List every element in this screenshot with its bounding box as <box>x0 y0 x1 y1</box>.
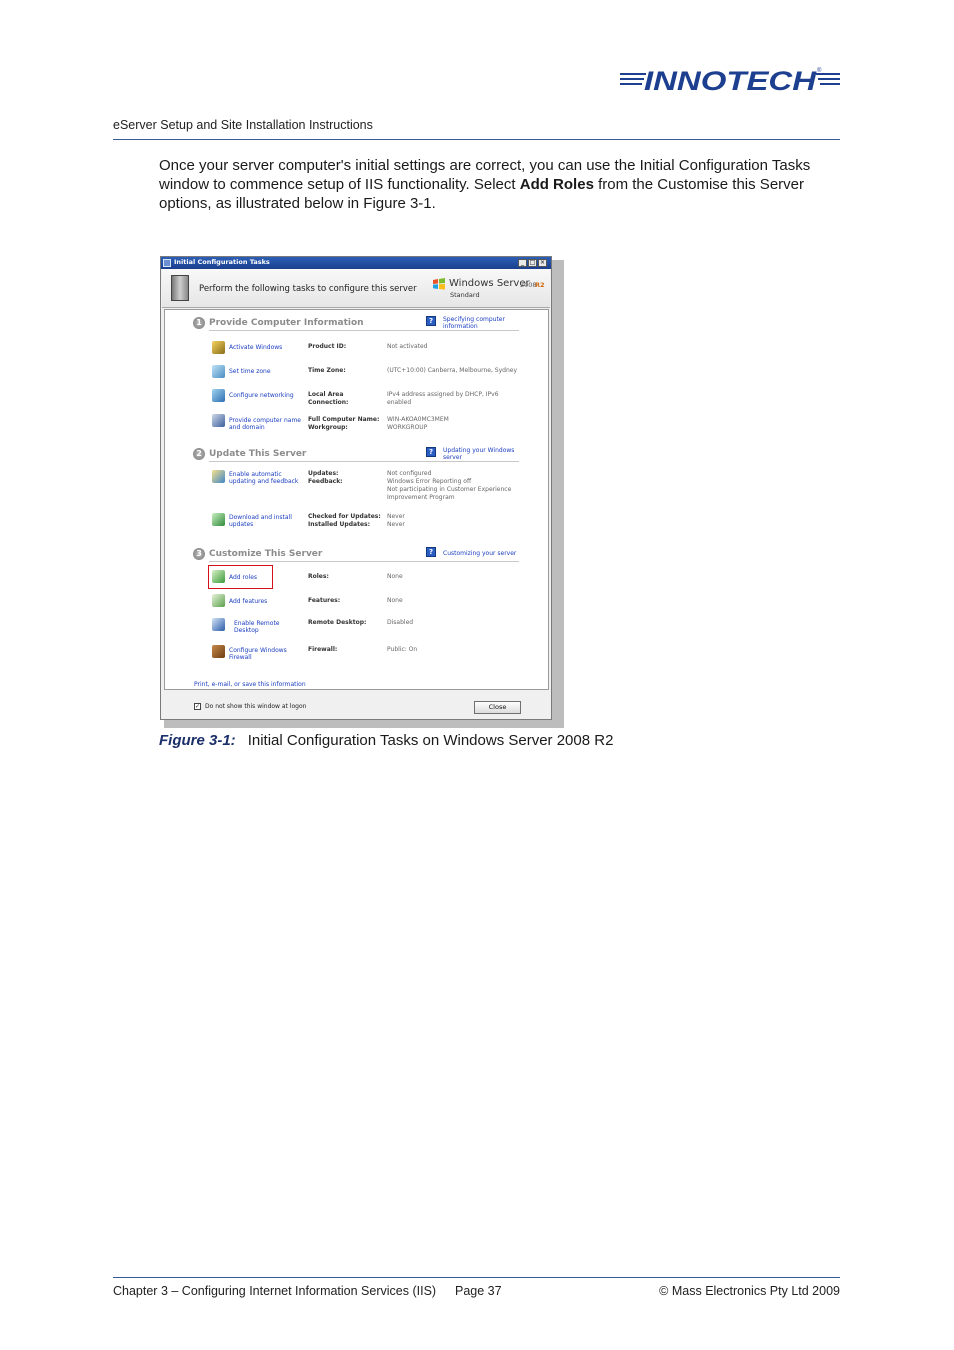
network-icon <box>212 389 225 402</box>
figure-caption: Figure 3-1: Initial Configuration Tasks o… <box>159 732 613 749</box>
windows-server-release: R2 <box>535 281 545 289</box>
help-link-updating[interactable]: Updating your Windows server <box>443 447 523 461</box>
windows-server-edition: Standard <box>450 291 480 299</box>
window-titlebar[interactable]: Initial Configuration Tasks _ □ × <box>161 257 551 269</box>
update-feedback-icon <box>212 470 225 483</box>
section-3-divider <box>209 561 519 562</box>
document-title: eServer Setup and Site Installation Inst… <box>113 118 373 132</box>
help-link-computer-info[interactable]: Specifying computer information <box>443 316 523 330</box>
section-3-number: 3 <box>193 548 205 560</box>
windows-flag-icon <box>433 278 445 290</box>
footer-divider <box>113 1277 840 1278</box>
activate-windows-link[interactable]: Activate Windows <box>229 344 304 351</box>
section-1-title: Provide Computer Information <box>209 318 364 328</box>
product-id-value: Not activated <box>387 343 428 350</box>
initial-configuration-window: Initial Configuration Tasks _ □ × Perfor… <box>160 256 552 720</box>
updates-value: Not configured Windows Error Reporting o… <box>387 470 512 501</box>
section-3-title: Customize This Server <box>209 549 323 559</box>
configure-firewall-link[interactable]: Configure Windows Firewall <box>229 647 304 661</box>
section-1-number: 1 <box>193 317 205 329</box>
intro-bold: Add Roles <box>519 176 594 193</box>
local-area-connection-label: Local Area Connection: <box>308 391 349 406</box>
banner-text: Perform the following tasks to configure… <box>199 284 417 294</box>
maximize-button[interactable]: □ <box>528 259 537 267</box>
server-icon <box>171 275 189 301</box>
section-2-title: Update This Server <box>209 449 307 459</box>
windows-update-icon <box>212 513 225 526</box>
window-app-icon <box>163 259 171 267</box>
features-value: None <box>387 597 403 604</box>
svg-text:®: ® <box>817 67 822 74</box>
computer-name-value: WIN-AKOA0MC3MEM WORKGROUP <box>387 416 449 431</box>
window-banner: Perform the following tasks to configure… <box>162 269 550 308</box>
intro-paragraph: Once your server computer's initial sett… <box>159 156 849 213</box>
footer-page-number: Page 37 <box>455 1284 502 1298</box>
add-features-icon <box>212 594 225 607</box>
close-window-button[interactable]: × <box>538 259 547 267</box>
computer-name-label: Full Computer Name: Workgroup: <box>308 416 380 431</box>
download-install-updates-link[interactable]: Download and install updates <box>229 514 304 528</box>
enable-remote-desktop-link[interactable]: Enable Remote Desktop <box>234 620 304 634</box>
remote-desktop-icon <box>212 618 225 631</box>
footer-chapter: Chapter 3 – Configuring Internet Informa… <box>113 1284 437 1298</box>
innotech-logo: INNOTECH ® <box>620 66 840 96</box>
enable-automatic-updating-link[interactable]: Enable automatic updating and feedback <box>229 471 304 485</box>
figure-number: Figure 3-1: <box>159 732 236 749</box>
figure-caption-text: Initial Configuration Tasks on Windows S… <box>247 732 614 749</box>
print-email-save-link[interactable]: Print, e-mail, or save this information <box>194 681 306 688</box>
windows-server-brand: Windows Server <box>449 278 530 289</box>
help-icon: ? <box>426 316 436 326</box>
header-divider <box>113 139 840 140</box>
help-icon: ? <box>426 447 436 457</box>
provide-computer-name-link[interactable]: Provide computer name and domain <box>229 417 304 431</box>
local-area-connection-value: IPv4 address assigned by DHCP, IPv6 enab… <box>387 391 499 406</box>
roles-label: Roles: <box>308 573 329 580</box>
updates-label: Updates: Feedback: <box>308 470 343 485</box>
clock-icon <box>212 365 225 378</box>
do-not-show-label: Do not show this window at logon <box>205 703 307 710</box>
features-label: Features: <box>308 597 341 604</box>
key-icon <box>212 341 225 354</box>
computer-icon <box>212 414 225 427</box>
do-not-show-checkbox[interactable]: ✓ <box>194 703 201 710</box>
roles-value: None <box>387 573 403 580</box>
window-footer: ✓ Do not show this window at logon Close <box>162 692 550 718</box>
add-features-link[interactable]: Add features <box>229 598 304 605</box>
firewall-value: Public: On <box>387 646 418 653</box>
section-2-number: 2 <box>193 448 205 460</box>
minimize-button[interactable]: _ <box>518 259 527 267</box>
firewall-label: Firewall: <box>308 646 338 653</box>
firewall-icon <box>212 645 225 658</box>
time-zone-label: Time Zone: <box>308 367 346 374</box>
add-roles-link[interactable]: Add roles <box>229 574 304 581</box>
tasks-panel: 1 Provide Computer Information ? Specify… <box>164 309 549 690</box>
remote-desktop-label: Remote Desktop: <box>308 619 367 626</box>
footer-copyright: © Mass Electronics Pty Ltd 2009 <box>659 1284 840 1298</box>
window-title: Initial Configuration Tasks <box>174 258 270 266</box>
close-button[interactable]: Close <box>474 701 521 714</box>
help-link-customizing[interactable]: Customizing your server <box>443 550 523 557</box>
section-1-divider <box>209 330 519 331</box>
time-zone-value: (UTC+10:00) Canberra, Melbourne, Sydney <box>387 367 517 374</box>
add-roles-icon <box>212 570 225 583</box>
product-id-label: Product ID: <box>308 343 347 350</box>
checked-for-updates-value: Never Never <box>387 513 405 528</box>
checked-for-updates-label: Checked for Updates: Installed Updates: <box>308 513 381 528</box>
configure-networking-link[interactable]: Configure networking <box>229 392 304 399</box>
set-time-zone-link[interactable]: Set time zone <box>229 368 304 375</box>
logo-wordmark: INNOTECH <box>644 66 817 96</box>
remote-desktop-value: Disabled <box>387 619 414 626</box>
section-2-divider <box>209 461 519 462</box>
help-icon: ? <box>426 547 436 557</box>
